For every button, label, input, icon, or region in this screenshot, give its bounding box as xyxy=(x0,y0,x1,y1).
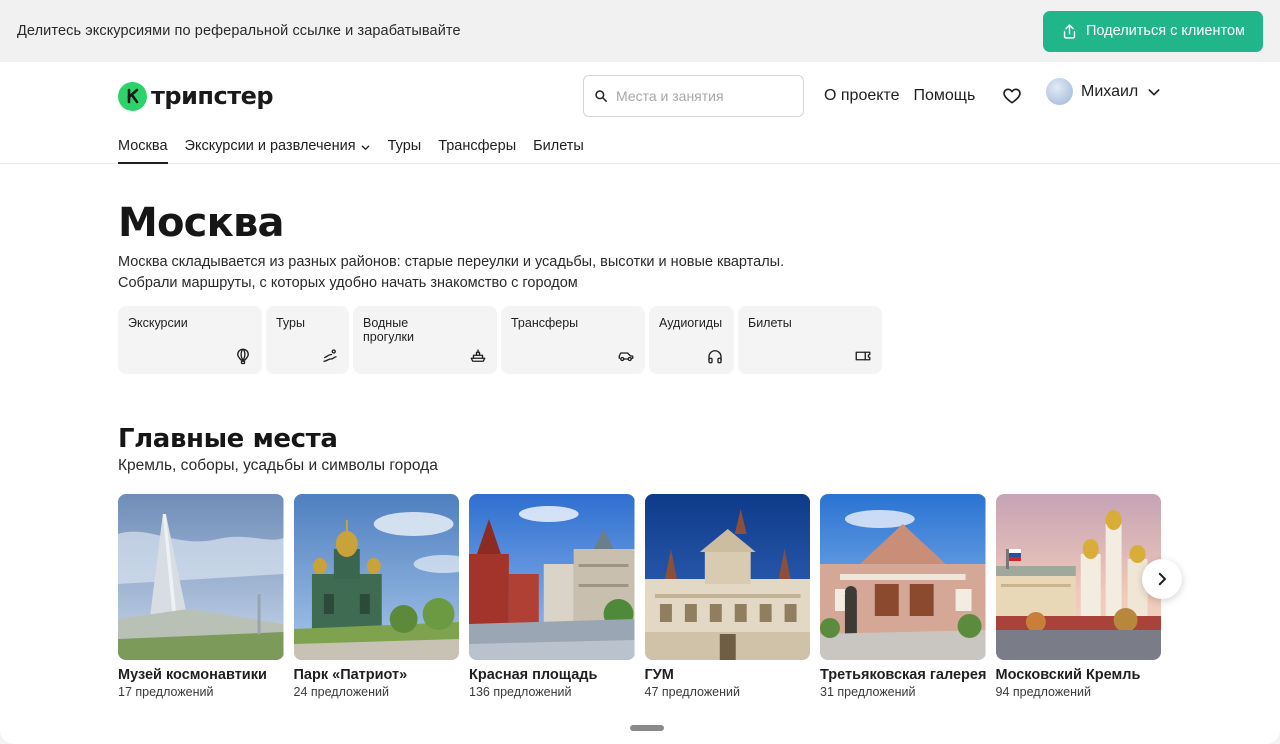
referral-banner: Делитесь экскурсиями по реферальной ссыл… xyxy=(0,0,1280,62)
category-tile-tours[interactable]: Туры xyxy=(266,306,349,374)
place-photo-tretyakov-gallery xyxy=(820,494,986,660)
search-box[interactable] xyxy=(583,75,804,117)
logo-text: трипстер xyxy=(151,82,274,110)
place-card[interactable]: Красная площадь 136 предложений xyxy=(469,494,635,699)
browser-window: Делитесь экскурсиями по реферальной ссыл… xyxy=(0,0,1280,744)
hot-air-balloon-icon xyxy=(237,348,249,365)
page-title: Москва xyxy=(118,200,284,246)
place-card[interactable]: ГУМ 47 предложений xyxy=(644,494,810,699)
place-offer-count: 47 предложений xyxy=(644,685,741,699)
place-card[interactable]: Третьяковская галерея 31 предложений xyxy=(820,494,986,699)
site-header: трипстер О проекте Помощь Михаил xyxy=(0,62,1280,130)
category-label-line-1: Водные xyxy=(363,316,409,330)
logo-mark-icon xyxy=(118,81,147,111)
category-label: Билеты xyxy=(748,316,792,330)
place-name: Музей космонавтики xyxy=(118,667,267,683)
nav-item-excursions[interactable]: Экскурсии и развлечения xyxy=(185,130,371,164)
avatar xyxy=(1046,78,1073,105)
chevron-right-icon xyxy=(1158,572,1166,586)
place-name: Московский Кремль xyxy=(995,667,1141,683)
nav-item-label: Трансферы xyxy=(438,138,517,154)
about-link[interactable]: О проекте xyxy=(824,87,899,105)
help-link[interactable]: Помощь xyxy=(913,87,975,105)
places-section-subtitle: Кремль, соборы, усадьбы и символы города xyxy=(118,457,438,474)
places-section-title: Главные места xyxy=(118,424,338,454)
ticket-icon xyxy=(855,351,871,361)
nav-item-label: Москва xyxy=(118,138,168,154)
category-tile-tickets[interactable]: Билеты xyxy=(738,306,882,374)
headphones-icon xyxy=(708,350,722,364)
tripster-logo[interactable]: трипстер xyxy=(118,81,274,111)
place-card[interactable]: Музей космонавтики 17 предложений xyxy=(118,494,284,699)
city-description: Москва складывается из разных районов: с… xyxy=(118,252,1162,294)
category-label-line-2: прогулки xyxy=(363,330,414,344)
user-name: Михаил xyxy=(1081,82,1139,100)
user-menu[interactable]: Михаил xyxy=(1046,78,1162,105)
search-input[interactable] xyxy=(616,88,786,104)
scroll-handle[interactable] xyxy=(630,725,664,731)
place-offer-count: 136 предложений xyxy=(469,685,572,699)
place-offer-count: 24 предложений xyxy=(293,685,390,699)
category-tiles: Экскурсии Туры Водные прогулки Трансферы… xyxy=(118,306,1162,374)
share-button-label: Поделиться с клиентом xyxy=(1085,23,1246,39)
favorites-heart-icon[interactable] xyxy=(1002,86,1022,111)
place-photo-moscow-kremlin xyxy=(995,494,1161,660)
nav-item-label: Билеты xyxy=(533,138,584,154)
place-photo-patriot-park xyxy=(293,494,459,660)
place-photo-cosmonautics-museum xyxy=(118,494,284,660)
nav-item-tickets[interactable]: Билеты xyxy=(533,130,584,164)
hero-section: Москва Москва складывается из разных рай… xyxy=(0,200,1280,699)
description-line-1: Москва складывается из разных районов: с… xyxy=(118,254,785,270)
nav-item-transfers[interactable]: Трансферы xyxy=(438,130,516,164)
place-name: Красная площадь xyxy=(469,667,598,683)
place-card[interactable]: Московский Кремль 94 предложений xyxy=(995,494,1161,699)
category-tile-excursions[interactable]: Экскурсии xyxy=(118,306,262,374)
nav-item-label: Туры xyxy=(387,138,422,154)
chevron-down-icon xyxy=(1148,88,1160,95)
category-tile-water-trips[interactable]: Водные прогулки xyxy=(353,306,497,374)
category-tile-audioguides[interactable]: Аудиогиды xyxy=(649,306,734,374)
place-offer-count: 17 предложений xyxy=(118,685,214,699)
places-carousel: Музей космонавтики 17 предложений Парк «… xyxy=(118,494,1162,699)
carousel-next-button[interactable] xyxy=(1142,559,1182,599)
place-name: Парк «Патриот» xyxy=(293,667,408,683)
category-label: Туры xyxy=(276,316,305,330)
share-upload-icon xyxy=(1063,23,1076,39)
description-line-2: Собрали маршруты, с которых удобно начат… xyxy=(118,275,578,291)
header-links: О проекте Помощь xyxy=(824,62,975,130)
place-name: Третьяковская галерея xyxy=(820,667,987,683)
place-name: ГУМ xyxy=(644,667,674,683)
referral-banner-text: Делитесь экскурсиями по реферальной ссыл… xyxy=(17,23,461,39)
category-tile-transfers[interactable]: Трансферы xyxy=(501,306,645,374)
place-photo-red-square xyxy=(469,494,635,660)
category-label: Аудиогиды xyxy=(659,316,723,330)
search-icon xyxy=(595,90,608,103)
nav-item-tours[interactable]: Туры xyxy=(388,130,422,164)
place-card[interactable]: Парк «Патриот» 24 предложений xyxy=(293,494,459,699)
boat-icon xyxy=(470,349,486,362)
place-offer-count: 94 предложений xyxy=(995,685,1092,699)
chevron-down-icon xyxy=(361,145,369,150)
category-label: Трансферы xyxy=(511,316,579,330)
main-nav: Москва Экскурсии и развлечения Туры Тран… xyxy=(0,130,1280,164)
nav-item-label: Экскурсии и развлечения xyxy=(184,138,356,154)
place-photo-gum xyxy=(644,494,810,660)
route-icon xyxy=(323,349,337,362)
share-with-client-button[interactable]: Поделиться с клиентом xyxy=(1043,10,1263,52)
car-icon xyxy=(618,352,634,362)
category-label: Экскурсии xyxy=(128,316,188,330)
place-offer-count: 31 предложений xyxy=(820,685,916,699)
nav-item-moscow[interactable]: Москва xyxy=(118,130,168,164)
